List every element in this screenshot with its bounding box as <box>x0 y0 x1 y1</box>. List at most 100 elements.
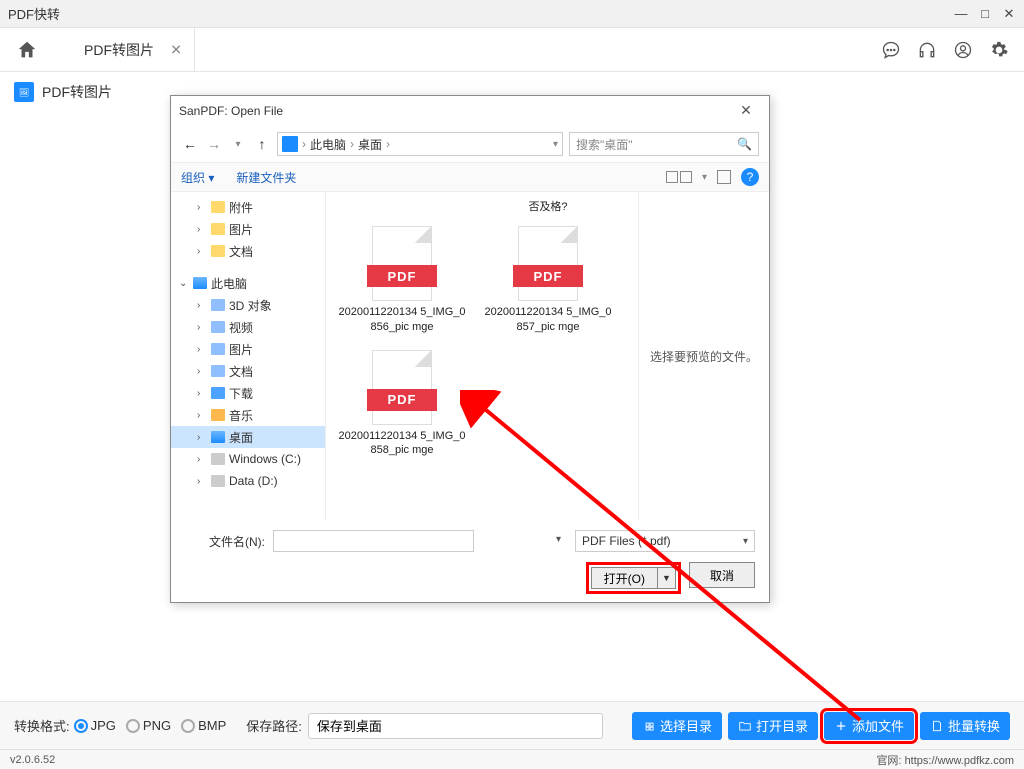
radio-bmp[interactable]: BMP <box>181 718 226 733</box>
open-split-button[interactable]: ▼ <box>658 567 676 589</box>
breadcrumb[interactable]: › 此电脑 › 桌面 › ▾ <box>277 132 563 156</box>
tree-downloads[interactable]: ›下载 <box>171 382 325 404</box>
view-dropdown[interactable]: ▾ <box>702 172 707 183</box>
home-icon <box>16 39 38 61</box>
file-list-panel[interactable]: 否及格? PDF 2020011220134 5_IMG_0856_pic mg… <box>326 192 639 520</box>
search-placeholder: 搜索"桌面" <box>576 136 633 153</box>
batch-convert-label: 批量转换 <box>948 716 1000 735</box>
preview-pane-button[interactable] <box>717 170 731 184</box>
new-folder-button[interactable]: 新建文件夹 <box>236 169 296 186</box>
folder-tree[interactable]: ›附件 ›图片 ›文档 ⌄此电脑 ›3D 对象 ›视频 ›图片 ›文档 ›下载 … <box>171 192 326 520</box>
pdf-badge: PDF <box>513 265 583 287</box>
dialog-nav-row: ← → ▾ ↑ › 此电脑 › 桌面 › ▾ 搜索"桌面" 🔍 <box>171 126 769 162</box>
dialog-body: ›附件 ›图片 ›文档 ⌄此电脑 ›3D 对象 ›视频 ›图片 ›文档 ›下载 … <box>171 192 769 520</box>
open-file-dialog: SanPDF: Open File ✕ ← → ▾ ↑ › 此电脑 › 桌面 ›… <box>170 95 770 603</box>
radio-jpg-label: JPG <box>91 718 116 733</box>
format-label: 转换格式: <box>14 716 70 735</box>
save-path-label: 保存路径: <box>246 716 302 735</box>
dialog-titlebar: SanPDF: Open File ✕ <box>171 96 769 126</box>
chat-icon[interactable] <box>880 39 902 61</box>
filename-dropdown[interactable]: ▾ <box>556 534 561 545</box>
file-tile[interactable]: PDF 2020011220134 5_IMG_0857_pic mge <box>480 222 616 338</box>
maximize-button[interactable]: □ <box>978 6 992 22</box>
radio-png[interactable]: PNG <box>126 718 171 733</box>
tree-this-pc[interactable]: ⌄此电脑 <box>171 272 325 294</box>
chevron-down-icon: ▾ <box>743 536 748 547</box>
image-icon: 🖼 <box>14 82 34 102</box>
add-file-label: 添加文件 <box>852 716 904 735</box>
breadcrumb-root[interactable]: 此电脑 <box>310 136 346 153</box>
tree-music[interactable]: ›音乐 <box>171 404 325 426</box>
app-title: PDF快转 <box>8 4 60 23</box>
organize-menu[interactable]: 组织 ▾ <box>181 169 214 186</box>
file-name: 2020011220134 5_IMG_0858_pic mge <box>336 429 468 458</box>
tree-attachments[interactable]: ›附件 <box>171 196 325 218</box>
batch-convert-button[interactable]: 批量转换 <box>920 712 1010 740</box>
filename-label: 文件名(N): <box>185 533 265 550</box>
cancel-button[interactable]: 取消 <box>689 562 755 588</box>
file-type-filter[interactable]: PDF Files (*.pdf) ▾ <box>575 530 755 552</box>
nav-forward-button[interactable]: → <box>205 136 223 152</box>
tree-pictures-quick[interactable]: ›图片 <box>171 218 325 240</box>
file-tile-truncated[interactable] <box>334 198 470 214</box>
file-name: 2020011220134 5_IMG_0856_pic mge <box>336 305 468 334</box>
dialog-bottom: 文件名(N): ▾ PDF Files (*.pdf) ▾ 打开(O) ▼ 取消 <box>171 520 769 606</box>
view-mode-button[interactable] <box>666 171 692 183</box>
choose-dir-label: 选择目录 <box>660 716 712 735</box>
tree-docs-quick[interactable]: ›文档 <box>171 240 325 262</box>
tree-videos[interactable]: ›视频 <box>171 316 325 338</box>
format-radio-group: JPG PNG BMP <box>74 718 227 733</box>
radio-jpg[interactable]: JPG <box>74 718 116 733</box>
search-input[interactable]: 搜索"桌面" 🔍 <box>569 132 759 156</box>
help-icon[interactable]: ? <box>741 168 759 186</box>
preview-hint: 选择要预览的文件。 <box>650 348 758 365</box>
breadcrumb-sep: › <box>350 137 354 151</box>
nav-up-button[interactable]: ↑ <box>253 136 271 152</box>
user-icon[interactable] <box>952 39 974 61</box>
radio-bmp-label: BMP <box>198 718 226 733</box>
open-dir-label: 打开目录 <box>756 716 808 735</box>
version-text: v2.0.6.52 <box>10 754 55 766</box>
file-name: 2020011220134 5_IMG_0857_pic mge <box>482 305 614 334</box>
close-button[interactable]: ✕ <box>1002 6 1016 22</box>
file-tile-truncated[interactable]: 否及格? <box>480 198 616 214</box>
dialog-toolbar: 组织 ▾ 新建文件夹 ▾ ? <box>171 162 769 192</box>
headphones-icon[interactable] <box>916 39 938 61</box>
save-path-input[interactable] <box>308 713 603 739</box>
tree-drive-d[interactable]: ›Data (D:) <box>171 470 325 492</box>
dialog-close-button[interactable]: ✕ <box>731 102 761 119</box>
add-file-button[interactable]: 添加文件 <box>824 712 914 740</box>
filename-input[interactable] <box>273 530 474 552</box>
tree-documents[interactable]: ›文档 <box>171 360 325 382</box>
minimize-button[interactable]: — <box>954 6 968 22</box>
filter-label: PDF Files (*.pdf) <box>582 534 671 548</box>
pdf-badge: PDF <box>367 265 437 287</box>
open-button[interactable]: 打开(O) <box>591 567 658 589</box>
website-text: 官网: https://www.pdfkz.com <box>876 752 1014 768</box>
breadcrumb-dropdown[interactable]: ▾ <box>553 139 558 150</box>
nav-recent-dropdown[interactable]: ▾ <box>229 139 247 150</box>
tab-pdf-to-image[interactable]: PDF转图片 ✕ <box>54 28 195 71</box>
tree-drive-c[interactable]: ›Windows (C:) <box>171 448 325 470</box>
gear-icon[interactable] <box>988 39 1010 61</box>
open-dir-button[interactable]: 打开目录 <box>728 712 818 740</box>
preview-panel: 选择要预览的文件。 <box>639 192 769 520</box>
breadcrumb-sep: › <box>386 137 390 151</box>
breadcrumb-folder[interactable]: 桌面 <box>358 136 382 153</box>
app-titlebar: PDF快转 — □ ✕ <box>0 0 1024 28</box>
tree-3d-objects[interactable]: ›3D 对象 <box>171 294 325 316</box>
file-tile[interactable]: PDF 2020011220134 5_IMG_0858_pic mge <box>334 346 470 462</box>
nav-back-button[interactable]: ← <box>181 136 199 152</box>
file-tile[interactable]: PDF 2020011220134 5_IMG_0856_pic mge <box>334 222 470 338</box>
home-button[interactable] <box>0 28 54 71</box>
radio-png-label: PNG <box>143 718 171 733</box>
tab-close-button[interactable]: ✕ <box>170 41 182 58</box>
tree-pictures[interactable]: ›图片 <box>171 338 325 360</box>
pdf-badge: PDF <box>367 389 437 411</box>
status-bar: v2.0.6.52 官网: https://www.pdfkz.com <box>0 749 1024 769</box>
breadcrumb-sep: › <box>302 137 306 151</box>
action-buttons: 选择目录 打开目录 添加文件 批量转换 <box>632 712 1010 740</box>
tree-desktop[interactable]: ›桌面 <box>171 426 325 448</box>
open-button-highlight: 打开(O) ▼ <box>586 562 681 594</box>
choose-dir-button[interactable]: 选择目录 <box>632 712 722 740</box>
